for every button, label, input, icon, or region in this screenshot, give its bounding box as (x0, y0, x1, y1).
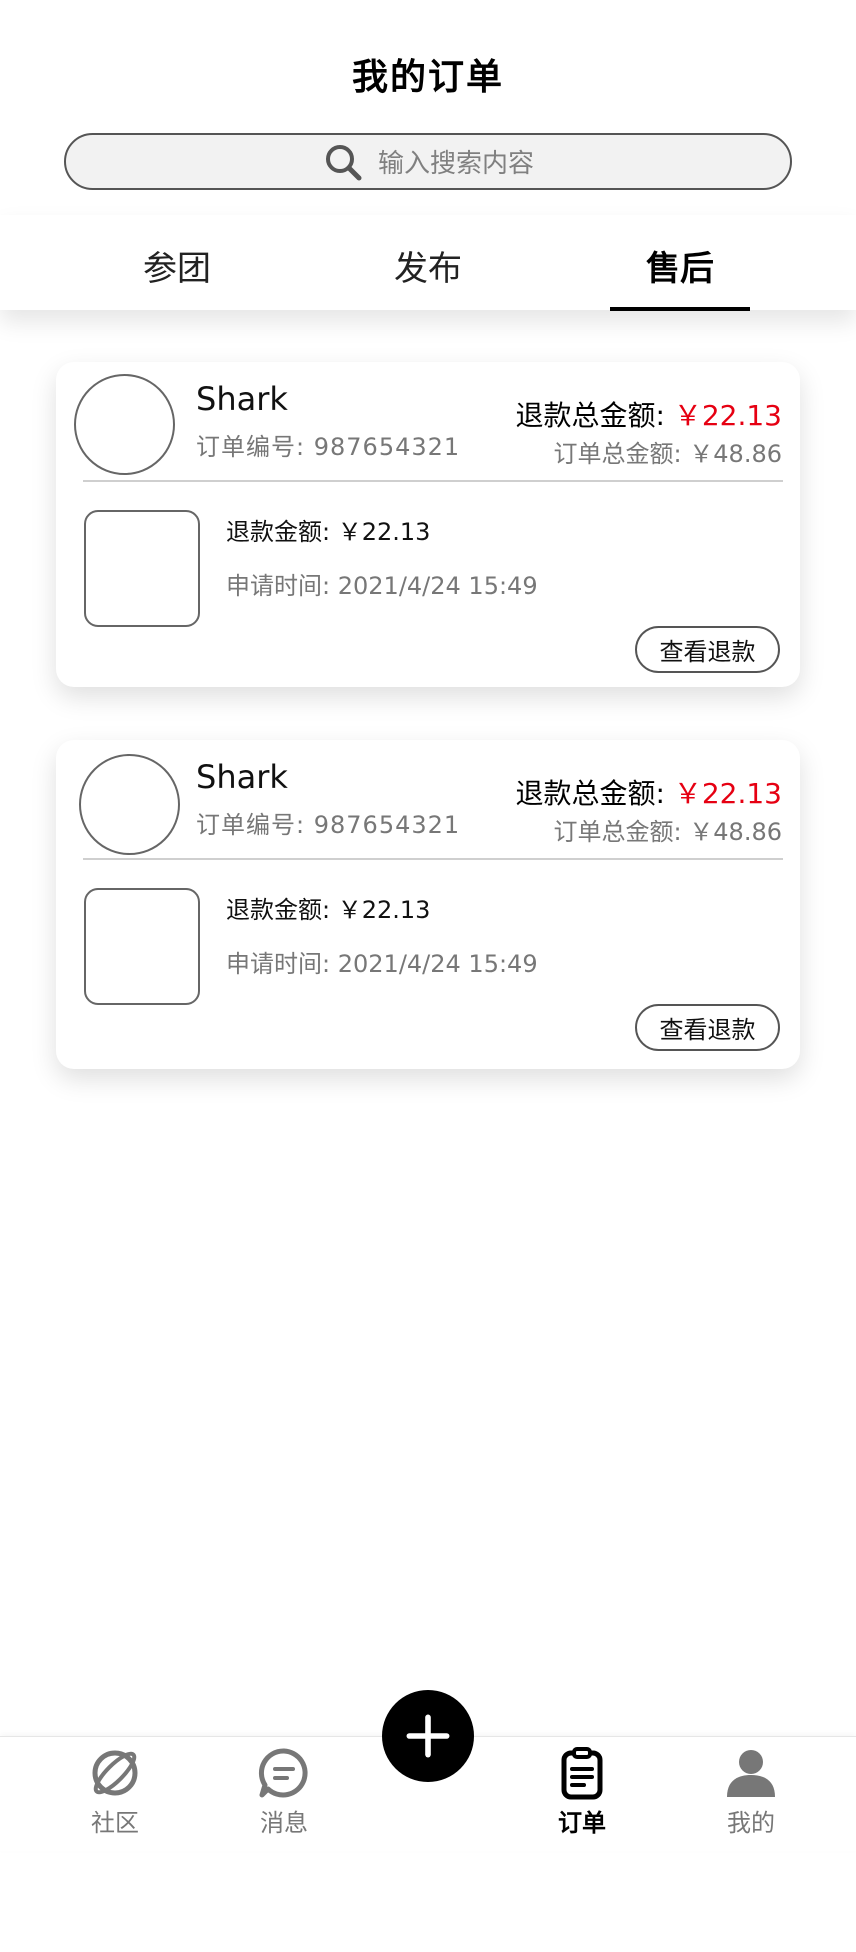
refund-amount-value: ￥22.13 (337, 518, 431, 546)
apply-time-value: 2021/4/24 15:49 (337, 572, 538, 600)
create-button[interactable] (382, 1690, 474, 1782)
refund-total-value: ￥22.13 (673, 399, 782, 432)
shop-name: Shark (196, 380, 288, 418)
refund-total-label: 退款总金额: (515, 777, 665, 810)
nav-label: 我的 (727, 1809, 775, 1837)
refund-total: 退款总金额: ￥22.13 (515, 772, 782, 812)
divider (83, 858, 783, 860)
tab-bar: 参团 发布 售后 (0, 215, 856, 311)
order-number-value: 987654321 (313, 811, 461, 839)
order-total: 订单总金额: ￥48.86 (554, 434, 782, 469)
view-refund-button[interactable]: 查看退款 (635, 1004, 780, 1051)
refund-total-label: 退款总金额: (515, 399, 665, 432)
order-total-label: 订单总金额: (553, 440, 682, 468)
tab-published[interactable]: 发布 (348, 241, 508, 290)
product-thumbnail[interactable] (84, 510, 200, 627)
plus-icon (406, 1714, 450, 1758)
avatar[interactable] (79, 754, 180, 855)
active-tab-indicator (610, 307, 750, 311)
nav-item-community[interactable]: 社区 (55, 1737, 175, 1838)
refund-amount-label: 退款金额: (226, 896, 331, 924)
order-number: 订单编号: 987654321 (196, 427, 460, 462)
search-bar[interactable]: 输入搜索内容 (64, 133, 792, 190)
refund-amount: 退款金额: ￥22.13 (226, 890, 430, 925)
order-number-value: 987654321 (313, 433, 461, 461)
nav-item-orders[interactable]: 订单 (522, 1737, 642, 1838)
search-icon (325, 144, 362, 180)
tab-group-buy[interactable]: 参团 (97, 241, 257, 290)
apply-time: 申请时间: 2021/4/24 15:49 (226, 944, 538, 979)
avatar[interactable] (74, 374, 175, 475)
chat-icon (258, 1748, 308, 1798)
shop-name: Shark (196, 758, 288, 796)
nav-item-messages[interactable]: 消息 (224, 1737, 344, 1838)
apply-time: 申请时间: 2021/4/24 15:49 (226, 566, 538, 601)
order-total-label: 订单总金额: (553, 818, 682, 846)
nav-label: 订单 (558, 1809, 606, 1837)
search-input[interactable]: 输入搜索内容 (378, 143, 534, 180)
refund-amount-value: ￥22.13 (337, 896, 431, 924)
order-card: Shark 订单编号: 987654321 退款总金额: ￥22.13 订单总金… (56, 362, 800, 687)
planet-icon (92, 1750, 138, 1796)
apply-time-label: 申请时间: (226, 572, 331, 600)
nav-label: 社区 (91, 1809, 139, 1837)
refund-total: 退款总金额: ￥22.13 (515, 394, 782, 434)
page-title: 我的订单 (351, 57, 504, 98)
order-number-label: 订单编号: (196, 433, 306, 461)
order-card: Shark 订单编号: 987654321 退款总金额: ￥22.13 订单总金… (56, 740, 800, 1069)
tab-after-sales[interactable]: 售后 (600, 241, 760, 290)
refund-amount: 退款金额: ￥22.13 (226, 512, 430, 547)
order-number: 订单编号: 987654321 (196, 805, 460, 840)
apply-time-label: 申请时间: (226, 950, 331, 978)
nav-item-profile[interactable]: 我的 (691, 1737, 811, 1838)
divider (83, 480, 783, 482)
refund-total-value: ￥22.13 (673, 777, 782, 810)
nav-label: 消息 (260, 1809, 308, 1837)
view-refund-button[interactable]: 查看退款 (635, 626, 780, 673)
order-total: 订单总金额: ￥48.86 (554, 812, 782, 847)
order-total-value: ￥48.86 (689, 440, 782, 468)
order-total-value: ￥48.86 (689, 818, 782, 846)
refund-amount-label: 退款金额: (226, 518, 331, 546)
apply-time-value: 2021/4/24 15:49 (337, 950, 538, 978)
product-thumbnail[interactable] (84, 888, 200, 1005)
user-icon (727, 1750, 775, 1797)
clipboard-icon (561, 1747, 603, 1800)
order-number-label: 订单编号: (196, 811, 306, 839)
